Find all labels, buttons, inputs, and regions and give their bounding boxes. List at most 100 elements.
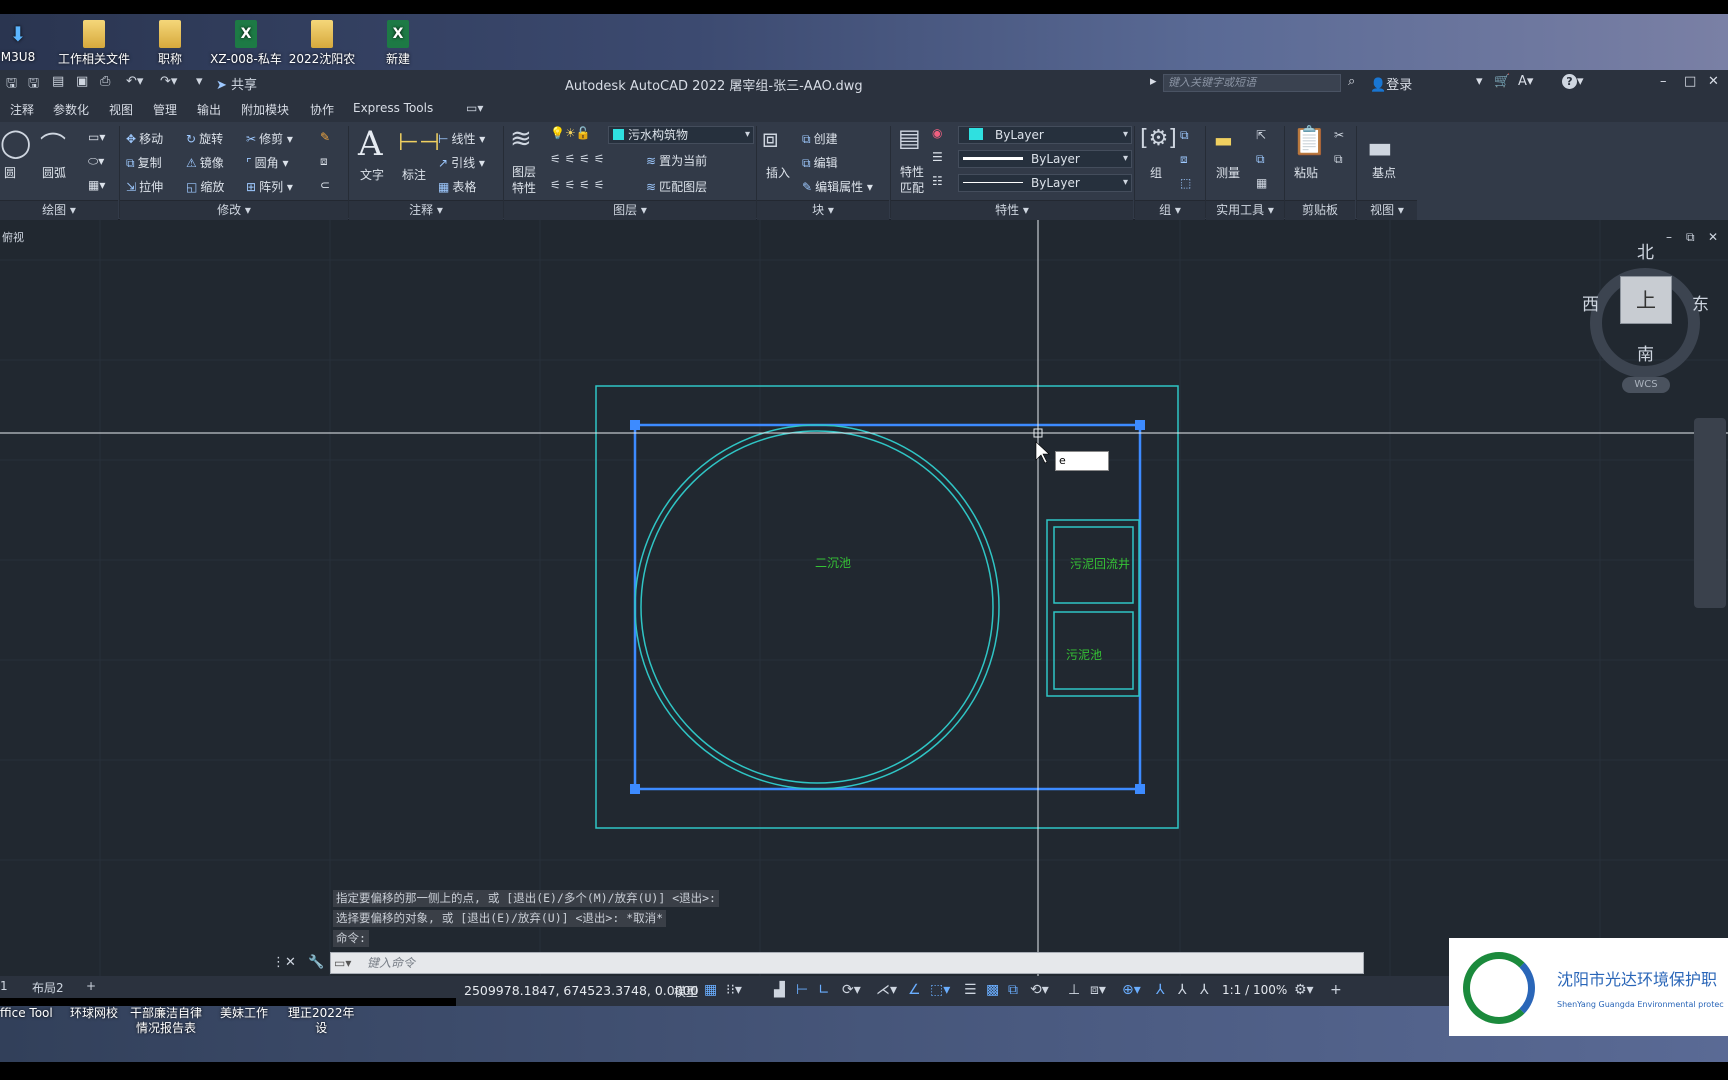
desktop-icon-hqwx[interactable]: 环球网校 bbox=[70, 1006, 118, 1021]
edit-block-button[interactable]: ⧉ 编辑 bbox=[802, 154, 838, 171]
paste-label[interactable]: 粘贴 bbox=[1294, 164, 1318, 181]
desktop-icon-work[interactable]: 美妹工作 bbox=[220, 1006, 268, 1021]
linetype-dropdown[interactable]: ByLayer bbox=[958, 174, 1132, 192]
coordinates-readout[interactable]: 2509978.1847, 674523.3748, 0.0000 bbox=[464, 983, 699, 998]
panel-groups[interactable]: 组 ▾ bbox=[1135, 200, 1205, 220]
dimension-tool-icon[interactable]: ⊢⊣ bbox=[398, 128, 440, 156]
table-button[interactable]: ▦ 表格 bbox=[438, 178, 476, 195]
panel-layers[interactable]: 图层 ▾ bbox=[504, 200, 756, 220]
panel-view[interactable]: 视图 ▾ bbox=[1357, 200, 1417, 220]
panel-modify[interactable]: 修改 ▾ bbox=[120, 200, 348, 220]
save-as-icon[interactable]: 🖫 bbox=[28, 74, 39, 92]
match-properties-icon[interactable]: ▤ bbox=[898, 124, 921, 152]
make-current-button[interactable]: ≋ 置为当前 bbox=[646, 152, 707, 169]
infer-icon[interactable]: ▟ bbox=[774, 982, 785, 998]
id-point-icon[interactable]: ⇱ bbox=[1256, 128, 1266, 142]
layer-dropdown[interactable]: 污水构筑物 bbox=[608, 126, 754, 144]
tab-express-tools[interactable]: Express Tools bbox=[353, 101, 433, 115]
isodraft-icon[interactable]: ⋌▾ bbox=[876, 982, 897, 998]
viewcube-south[interactable]: 南 bbox=[1637, 340, 1654, 365]
panel-annotation[interactable]: 注释 ▾ bbox=[349, 200, 503, 220]
ungroup-icon[interactable]: ⧈ bbox=[1180, 152, 1188, 167]
add-layout-button[interactable]: + bbox=[86, 979, 96, 993]
viewcube-east[interactable]: 东 bbox=[1692, 290, 1709, 315]
group-icon[interactable]: [⚙] bbox=[1140, 126, 1177, 151]
tab-collaborate[interactable]: 协作 bbox=[310, 101, 334, 118]
desktop-icon-work-files[interactable]: 工作相关文件 bbox=[54, 20, 134, 67]
stretch-button[interactable]: ⇲ 拉伸 bbox=[126, 178, 163, 195]
tab-layout1[interactable]: 1 bbox=[0, 979, 8, 993]
tab-parametric[interactable]: 参数化 bbox=[53, 101, 89, 118]
create-block-button[interactable]: ⧉ 创建 bbox=[802, 130, 838, 147]
trim-button[interactable]: ✂ 修剪 ▾ bbox=[246, 130, 293, 147]
panel-properties[interactable]: 特性 ▾ bbox=[891, 200, 1133, 220]
share-button[interactable]: ➤ 共享 bbox=[216, 74, 257, 93]
tab-layout2[interactable]: 布局2 bbox=[32, 979, 64, 996]
desktop-icon-new[interactable]: X 新建 bbox=[358, 20, 438, 67]
move-button[interactable]: ✥ 移动 bbox=[126, 130, 163, 147]
leader-button[interactable]: ↗ 引线 ▾ bbox=[438, 154, 485, 171]
rectangle-icon[interactable]: ▭▾ bbox=[88, 130, 105, 144]
circle-tool-icon[interactable]: ◯ bbox=[0, 126, 31, 159]
close-button[interactable]: ✕ bbox=[1708, 74, 1719, 89]
color-dropdown[interactable]: ByLayer bbox=[958, 126, 1132, 144]
ortho-icon[interactable]: ∟ bbox=[818, 982, 830, 998]
object-snap-tracking-icon[interactable]: ∠ bbox=[908, 982, 921, 998]
measure-label[interactable]: 测量 bbox=[1216, 164, 1240, 181]
explode-icon[interactable]: ⧈ bbox=[320, 154, 328, 169]
layer-tools-row1[interactable]: ⚟ ⚟ ⚟ ⚟ bbox=[550, 152, 604, 166]
tab-annotate[interactable]: 注释 bbox=[10, 101, 34, 118]
desktop-icon-office-tool[interactable]: ffice Tool bbox=[0, 1006, 53, 1021]
color-wheel-icon[interactable]: ◉ bbox=[932, 126, 942, 140]
base-point-label[interactable]: 基点 bbox=[1372, 164, 1396, 181]
ribbon-toggle-icon[interactable]: ▭▾ bbox=[466, 101, 483, 115]
redo-icon[interactable]: ↷▾ bbox=[160, 74, 177, 92]
open-icon[interactable]: ▤ bbox=[52, 74, 64, 92]
search-expand-icon[interactable]: ▸ bbox=[1150, 74, 1157, 89]
cut-icon[interactable]: ✂ bbox=[1334, 128, 1344, 142]
print-icon[interactable]: ⎙ bbox=[100, 74, 110, 92]
command-customize-icon[interactable]: 🔧 bbox=[308, 955, 324, 970]
layer-tools-row2[interactable]: ⚟ ⚟ ⚟ ⚟ bbox=[550, 178, 604, 192]
scale-button[interactable]: ◱ 缩放 bbox=[186, 178, 224, 195]
fillet-button[interactable]: ⌜ 圆角 ▾ bbox=[246, 154, 288, 171]
arc-tool-icon[interactable]: ⌒ bbox=[40, 126, 66, 163]
panel-clipboard[interactable]: 剪贴板 bbox=[1285, 200, 1355, 220]
group-label[interactable]: 组 bbox=[1150, 164, 1162, 181]
minimize-button[interactable]: – bbox=[1660, 74, 1667, 89]
mirror-button[interactable]: ⚠ 镜像 bbox=[186, 154, 224, 171]
undo-icon[interactable]: ↶▾ bbox=[126, 74, 143, 92]
panel-utilities[interactable]: 实用工具 ▾ bbox=[1206, 200, 1284, 220]
viewcube-north[interactable]: 北 bbox=[1637, 238, 1654, 263]
panel-draw[interactable]: 绘图 ▾ bbox=[0, 200, 118, 220]
desktop-icon-xz008[interactable]: X XZ-008-私车 bbox=[206, 20, 286, 67]
lineweight-display-icon[interactable]: ☰ bbox=[964, 982, 977, 998]
desktop-icon-m3u8[interactable]: ⬇ M3U8 bbox=[0, 20, 58, 64]
dimension-tool-label[interactable]: 标注 bbox=[402, 166, 426, 183]
erase-icon[interactable]: ✎ bbox=[320, 130, 330, 144]
ellipse-icon[interactable]: ⬭▾ bbox=[88, 154, 104, 169]
text-tool-label[interactable]: 文字 bbox=[360, 166, 384, 183]
hatch-icon[interactable]: ▦▾ bbox=[88, 178, 105, 192]
panel-block[interactable]: 块 ▾ bbox=[757, 200, 889, 220]
copy-button[interactable]: ⧉ 复制 bbox=[126, 154, 162, 171]
edit-attributes-button[interactable]: ✎ 编辑属性 ▾ bbox=[802, 178, 873, 195]
tab-output[interactable]: 输出 bbox=[197, 101, 221, 118]
arc-tool-label[interactable]: 圆弧 bbox=[42, 164, 66, 181]
annotation-visibility-icon[interactable]: ⅄ bbox=[1156, 982, 1165, 998]
array-button[interactable]: ⊞ 阵列 ▾ bbox=[246, 178, 293, 195]
autodesk-icon[interactable]: A▾ bbox=[1518, 74, 1533, 89]
cad-drawing[interactable]: 二沉池 污泥回流井 污泥池 bbox=[0, 220, 1728, 990]
login-dropdown-icon[interactable]: ▾ bbox=[1476, 74, 1483, 89]
selection-cycling-icon[interactable]: ⧉ bbox=[1008, 982, 1018, 998]
desktop-icon-lizheng[interactable]: 理正2022年 设 bbox=[288, 1006, 355, 1036]
maximize-button[interactable]: □ bbox=[1684, 74, 1696, 89]
rotate-button[interactable]: ↻ 旋转 bbox=[186, 130, 223, 147]
workspace-gear-icon[interactable]: ⚙▾ bbox=[1294, 982, 1314, 998]
grid-icon[interactable]: ▦ bbox=[704, 982, 717, 998]
3d-osnap-icon[interactable]: ⟲▾ bbox=[1030, 982, 1049, 998]
gizmo-icon[interactable]: ⧈▾ bbox=[1090, 982, 1106, 998]
command-close-icon[interactable]: ⋮✕ bbox=[272, 955, 296, 970]
publish-icon[interactable]: ▣ bbox=[76, 74, 88, 92]
layer-properties-label[interactable]: 图层 特性 bbox=[512, 164, 536, 196]
